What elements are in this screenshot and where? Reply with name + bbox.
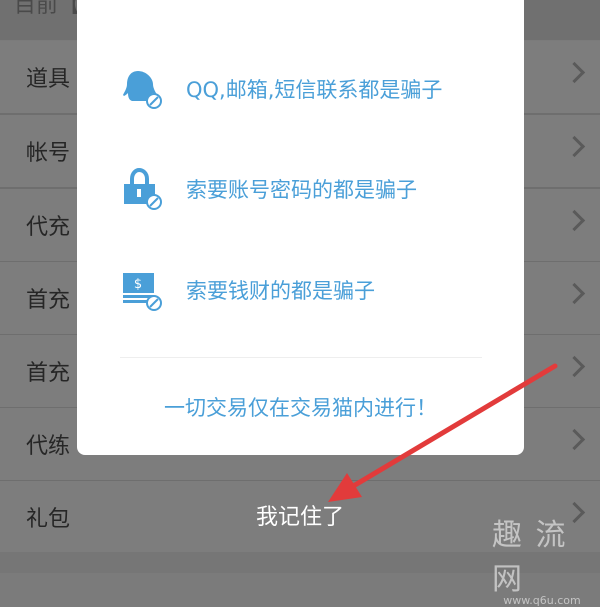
list-item-label: 代练 <box>26 434 71 459</box>
qq-user-icon <box>123 71 162 109</box>
list-item-label: 道具 <box>26 67 71 92</box>
watermark: 趣 流 网 www.q6u.com <box>492 510 592 607</box>
list-item-label: 首充 <box>26 361 71 386</box>
watermark-url: www.q6u.com <box>503 594 581 607</box>
dialog-divider <box>120 357 482 358</box>
chevron-right-icon <box>563 355 586 378</box>
anti-fraud-dialog: QQ,邮箱,短信联系都是骗子 索要账号密码的都是骗子 $ 索要钱财的都是骗子 一… <box>77 0 524 455</box>
list-item-label: 代充 <box>26 215 71 240</box>
chevron-right-icon <box>563 282 586 305</box>
watermark-text: 趣 流 网 <box>492 518 568 597</box>
rule-text: 索要钱财的都是骗子 <box>186 279 375 303</box>
money-icon: $ <box>123 273 162 311</box>
svg-text:$: $ <box>134 277 142 292</box>
list-item-label: 首充 <box>26 288 71 313</box>
list-item-label: 礼包 <box>26 507 71 532</box>
chevron-right-icon <box>563 61 586 84</box>
rule-text: QQ,邮箱,短信联系都是骗子 <box>186 78 443 102</box>
lock-icon <box>124 168 162 210</box>
rule-text: 索要账号密码的都是骗子 <box>186 178 417 202</box>
chevron-right-icon <box>563 428 586 451</box>
chevron-right-icon <box>563 135 586 158</box>
list-item-label: 帐号 <box>26 141 71 166</box>
top-strip-text: 目前【 <box>14 0 81 18</box>
chevron-right-icon <box>563 209 586 232</box>
i-remember-button[interactable]: 我记住了 <box>230 500 370 536</box>
dialog-footer-note: 一切交易仅在交易猫内进行！ <box>164 396 437 420</box>
